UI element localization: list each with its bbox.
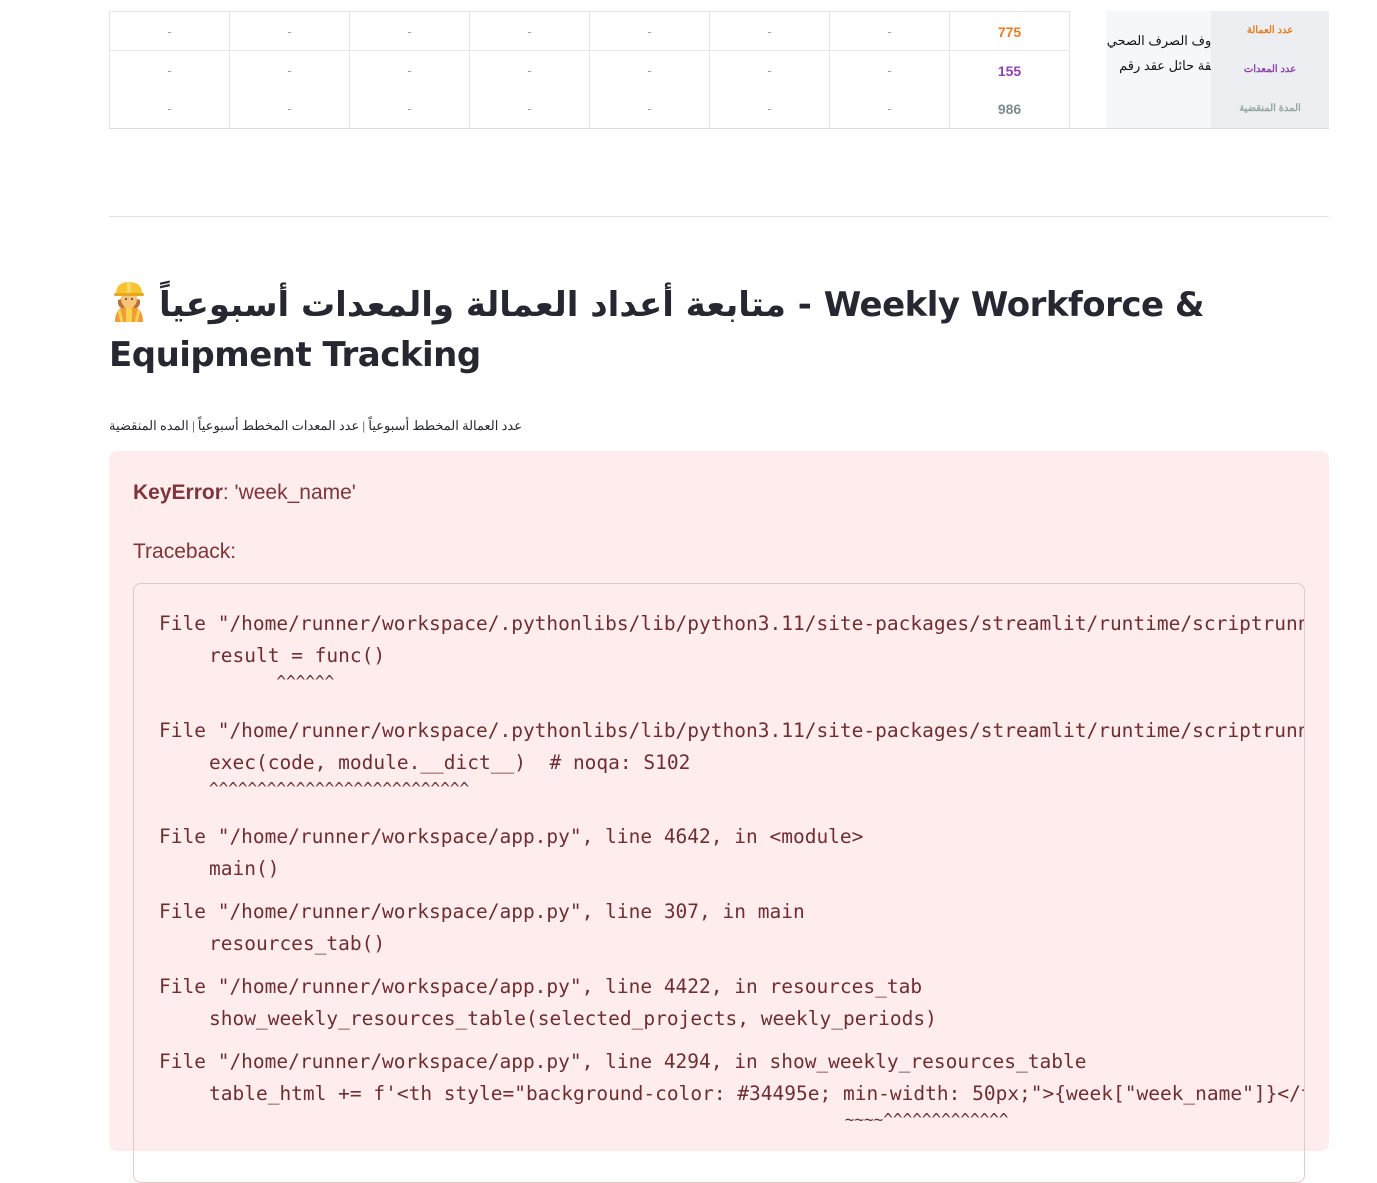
table-cell: - <box>709 51 829 90</box>
traceback-file-line: File "/home/runner/workspace/app.py", li… <box>159 825 864 848</box>
page-title: متابعة أعداد العمالة والمعدات أسبوعياً -… <box>109 280 1329 380</box>
traceback-file-line: File "/home/runner/workspace/.pythonlibs… <box>159 612 1304 635</box>
table-cell: - <box>349 89 469 128</box>
error-message: : 'week_name' <box>222 481 356 504</box>
traceback-frame: File "/home/runner/workspace/app.py", li… <box>159 821 863 885</box>
page-title-text: متابعة أعداد العمالة والمعدات أسبوعياً -… <box>109 285 1205 375</box>
table-cell: - <box>109 51 229 90</box>
table-cell: - <box>829 51 949 90</box>
table-cell: - <box>709 89 829 128</box>
resources-table: -------986-------155-------775 مشروف الص… <box>109 11 1329 129</box>
construction-worker-icon <box>109 280 149 323</box>
table-cell: - <box>109 12 229 51</box>
table-cell: - <box>469 51 589 90</box>
table-total-cell: 775 <box>949 12 1069 51</box>
table-cell: - <box>589 51 709 90</box>
traceback-code-line: table_html += f'<th style="background-co… <box>209 1082 1305 1105</box>
error-title: KeyError: 'week_name' <box>133 481 356 505</box>
table-cell: - <box>589 89 709 128</box>
page-subtitle: عدد العمالة المخطط أسبوعياً | عدد المعدا… <box>109 418 522 433</box>
traceback-file-line: File "/home/runner/workspace/.pythonlibs… <box>159 719 1304 742</box>
traceback-label: Traceback: <box>133 540 237 563</box>
traceback-caret-line: ^^^^^^^^^^^^^^^^^^^^^^^^^^^ <box>209 779 470 798</box>
traceback-code-line: exec(code, module.__dict__) # noqa: S102 <box>209 751 691 774</box>
error-type: KeyError <box>133 481 223 504</box>
project-name-line-1: مشروف الصرف الصحي <box>1106 33 1211 48</box>
traceback-frame: File "/home/runner/workspace/app.py", li… <box>159 896 805 960</box>
table-row: - - - - - - -986 <box>109 89 1069 128</box>
table-cell: - <box>109 89 229 128</box>
traceback-caret-line: ~~~~^^^^^^^^^^^^^ <box>209 1110 1009 1129</box>
table-cell: - <box>709 12 829 51</box>
table-row: - - - - - - -155 <box>109 50 1069 90</box>
table-cell: - <box>469 12 589 51</box>
table-row: - - - - - - -775 <box>109 11 1069 51</box>
traceback-frame: File "/home/runner/workspace/.pythonlibs… <box>159 715 1304 805</box>
traceback-code-block[interactable]: File "/home/runner/workspace/.pythonlibs… <box>133 583 1305 1183</box>
table-empty-column <box>1069 11 1107 128</box>
traceback-code-line: result = func() <box>209 644 386 667</box>
row-label: المدة المنقضية <box>1239 103 1301 114</box>
project-name-line-2: بمنطقة حائل عقد رقم <box>1119 58 1211 73</box>
traceback-code-line: show_weekly_resources_table(selected_pro… <box>209 1007 937 1030</box>
table-cell: - <box>589 12 709 51</box>
row-label-column: عدد العمالة عدد المعدات المدة المنقضية <box>1211 11 1329 128</box>
section-divider <box>109 216 1329 217</box>
table-cell: - <box>229 12 349 51</box>
row-label: عدد العمالة <box>1246 25 1294 36</box>
traceback-code-line: main() <box>209 857 280 880</box>
traceback-file-line: File "/home/runner/workspace/app.py", li… <box>159 975 923 998</box>
table-cell: - <box>829 89 949 128</box>
table-cell: - <box>229 51 349 90</box>
table-cell: - <box>349 51 469 90</box>
error-box: KeyError: 'week_name' Traceback: File "/… <box>109 451 1329 1183</box>
traceback-file-line: File "/home/runner/workspace/app.py", li… <box>159 900 805 923</box>
table-cell: - <box>829 12 949 51</box>
traceback-code-line: resources_tab() <box>209 932 386 955</box>
table-cell: - <box>229 89 349 128</box>
traceback-file-line: File "/home/runner/workspace/app.py", li… <box>159 1050 1087 1073</box>
row-label: عدد المعدات <box>1243 64 1297 75</box>
table-cell: - <box>349 12 469 51</box>
table-total-cell: 155 <box>949 51 1069 90</box>
table-total-cell: 986 <box>949 89 1069 128</box>
project-name-cell: مشروف الصرف الصحي بمنطقة حائل عقد رقم <box>1106 11 1211 128</box>
traceback-frame: File "/home/runner/workspace/app.py", li… <box>159 971 937 1035</box>
traceback-frame: File "/home/runner/workspace/app.py", li… <box>159 1046 1305 1136</box>
traceback-frame: File "/home/runner/workspace/.pythonlibs… <box>159 608 1304 698</box>
table-cell: - <box>469 89 589 128</box>
traceback-caret-line: ^^^^^^ <box>209 672 335 691</box>
